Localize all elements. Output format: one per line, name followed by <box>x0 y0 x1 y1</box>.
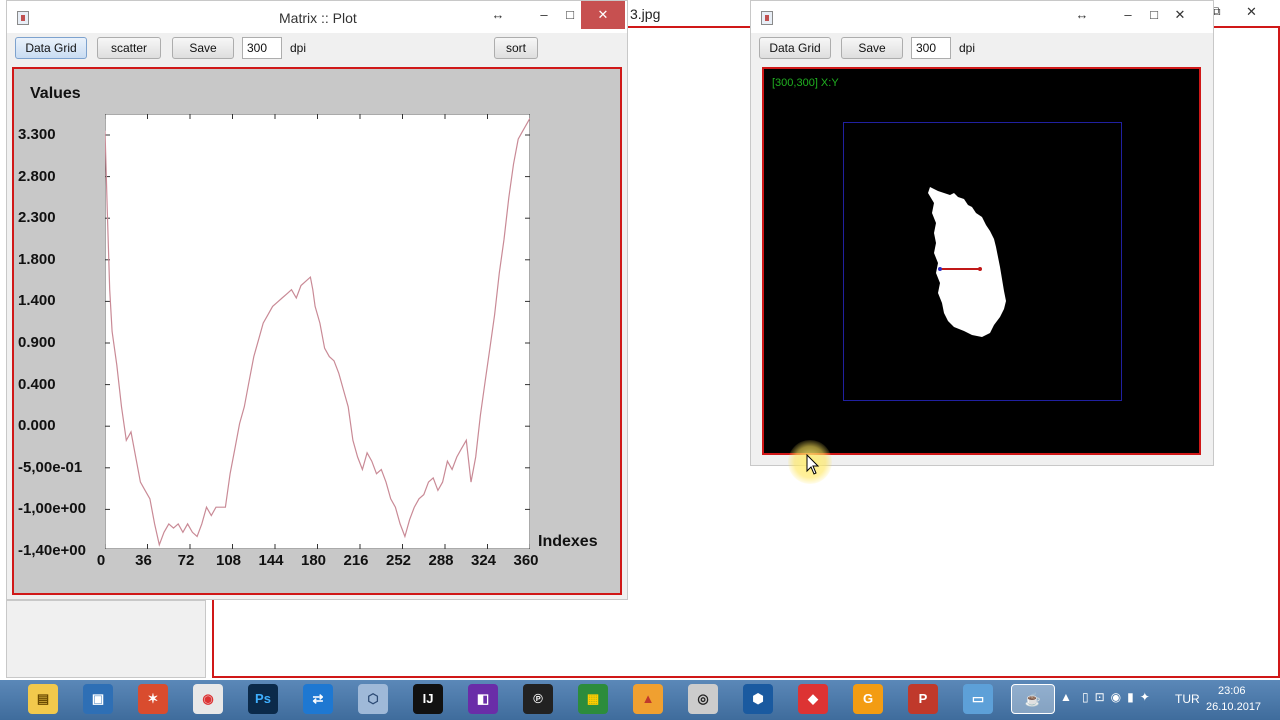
taskbar-sketchup-icon[interactable]: ◆ <box>798 684 828 714</box>
leaf-shape <box>928 187 1006 337</box>
measure-endpoint <box>938 267 942 271</box>
taskbar-java-icon[interactable]: ☕ <box>1011 684 1055 714</box>
taskbar-matlab-icon[interactable]: ▲ <box>633 684 663 714</box>
resize-icon[interactable]: ↔ <box>483 1 513 29</box>
taskbar-box-app-icon[interactable]: ⬡ <box>358 684 388 714</box>
image-canvas[interactable]: [300,300] X:Y <box>762 67 1201 455</box>
x-tick-label: 0 <box>96 552 106 569</box>
java-app-icon <box>17 11 29 25</box>
taskbar-chrome-icon[interactable]: ◉ <box>193 684 223 714</box>
y-tick-label: -1,00e+00 <box>18 500 86 518</box>
dpi-label: dpi <box>290 41 307 55</box>
y-tick-label: 1.400 <box>18 292 56 310</box>
coordinate-readout: [300,300] X:Y <box>772 77 839 89</box>
scatter-button[interactable]: scatter <box>97 37 161 59</box>
x-tick-label: 36 <box>135 552 152 569</box>
x-tick-label: 360 <box>513 552 539 569</box>
save-button[interactable]: Save <box>172 37 234 59</box>
x-tick-label: 72 <box>177 552 195 569</box>
mouse-cursor-icon <box>806 454 820 475</box>
x-tick-label: 180 <box>300 552 327 569</box>
plot-window-titlebar[interactable]: Matrix :: Plot ↔ – □ ✕ <box>7 1 627 33</box>
plot-window-title: Matrix :: Plot <box>279 10 357 26</box>
data-grid-button[interactable]: Data Grid <box>759 37 831 59</box>
background-tab-text[interactable]: 3.jpg <box>630 6 660 22</box>
y-axis-label: Values <box>30 85 81 102</box>
x-tick-label: 324 <box>470 552 497 569</box>
data-grid-button[interactable]: Data Grid <box>15 37 87 59</box>
background-window-close-icon[interactable]: ✕ <box>1246 4 1257 20</box>
y-tick-label: 2.300 <box>18 209 56 227</box>
taskbar-photo-viewer-icon[interactable]: ▭ <box>963 684 993 714</box>
plot-background <box>105 114 530 549</box>
language-indicator[interactable]: TUR <box>1175 692 1200 706</box>
y-tick-label: 0.000 <box>18 417 56 435</box>
dpi-label: dpi <box>959 41 976 55</box>
close-button[interactable]: ✕ <box>581 1 625 29</box>
taskbar-p-icon[interactable]: P <box>908 684 938 714</box>
taskbar-virtualbox-icon[interactable]: ⬢ <box>743 684 773 714</box>
close-button[interactable]: ✕ <box>1165 1 1195 29</box>
x-axis-label: Indexes <box>538 533 598 550</box>
taskbar-ps-icon[interactable]: Ps <box>248 684 278 714</box>
taskbar-camera-icon[interactable]: ◎ <box>688 684 718 714</box>
tray-up-arrow-icon[interactable]: ▲ <box>1060 690 1072 704</box>
leaf-image <box>928 187 1006 337</box>
save-button[interactable]: Save <box>841 37 903 59</box>
y-tick-label: 0.400 <box>18 375 56 393</box>
image-window-titlebar[interactable]: ↔ – □ ✕ <box>751 1 1213 33</box>
taskbar-file-explorer-icon[interactable]: ▤ <box>28 684 58 714</box>
x-tick-label: 252 <box>385 552 412 569</box>
clock-date[interactable]: 26.10.2017 <box>1206 701 1261 713</box>
dpi-input[interactable]: 300 <box>242 37 282 59</box>
y-tick-label: 3.300 <box>18 126 56 143</box>
taskbar-teamviewer-icon[interactable]: ⇄ <box>303 684 333 714</box>
y-tick-label: 0.900 <box>18 334 56 351</box>
y-tick-label: 1.800 <box>18 250 56 268</box>
x-tick-label: 108 <box>215 552 242 569</box>
taskbar-office-icon[interactable]: ▦ <box>578 684 608 714</box>
y-tick-label: 2.800 <box>18 167 56 185</box>
taskbar-remote-desktop-icon[interactable]: ▣ <box>83 684 113 714</box>
background-window-left-strip <box>6 600 206 678</box>
taskbar-g-pdf-icon[interactable]: G <box>853 684 883 714</box>
taskbar-ij-icon[interactable]: IJ <box>413 684 443 714</box>
plot-area[interactable] <box>105 114 530 549</box>
taskbar-p-app-icon[interactable]: ℗ <box>523 684 553 714</box>
taskbar-visual-studio-icon[interactable]: ◧ <box>468 684 498 714</box>
taskbar-steam-icon[interactable]: ✶ <box>138 684 168 714</box>
tray-icons[interactable]: ▯⊡◉▮✦ <box>1082 690 1156 704</box>
y-tick-label: -5,00e-01 <box>18 458 83 476</box>
x-tick-label: 288 <box>428 552 454 569</box>
dpi-input[interactable]: 300 <box>911 37 951 59</box>
resize-icon[interactable]: ↔ <box>1067 1 1097 29</box>
x-tick-label: 216 <box>343 552 369 569</box>
measure-endpoint <box>978 267 982 271</box>
sort-button[interactable]: sort <box>494 37 538 59</box>
clock-time[interactable]: 23:06 <box>1218 685 1246 697</box>
java-app-icon <box>761 11 773 25</box>
x-tick-label: 144 <box>258 552 284 569</box>
